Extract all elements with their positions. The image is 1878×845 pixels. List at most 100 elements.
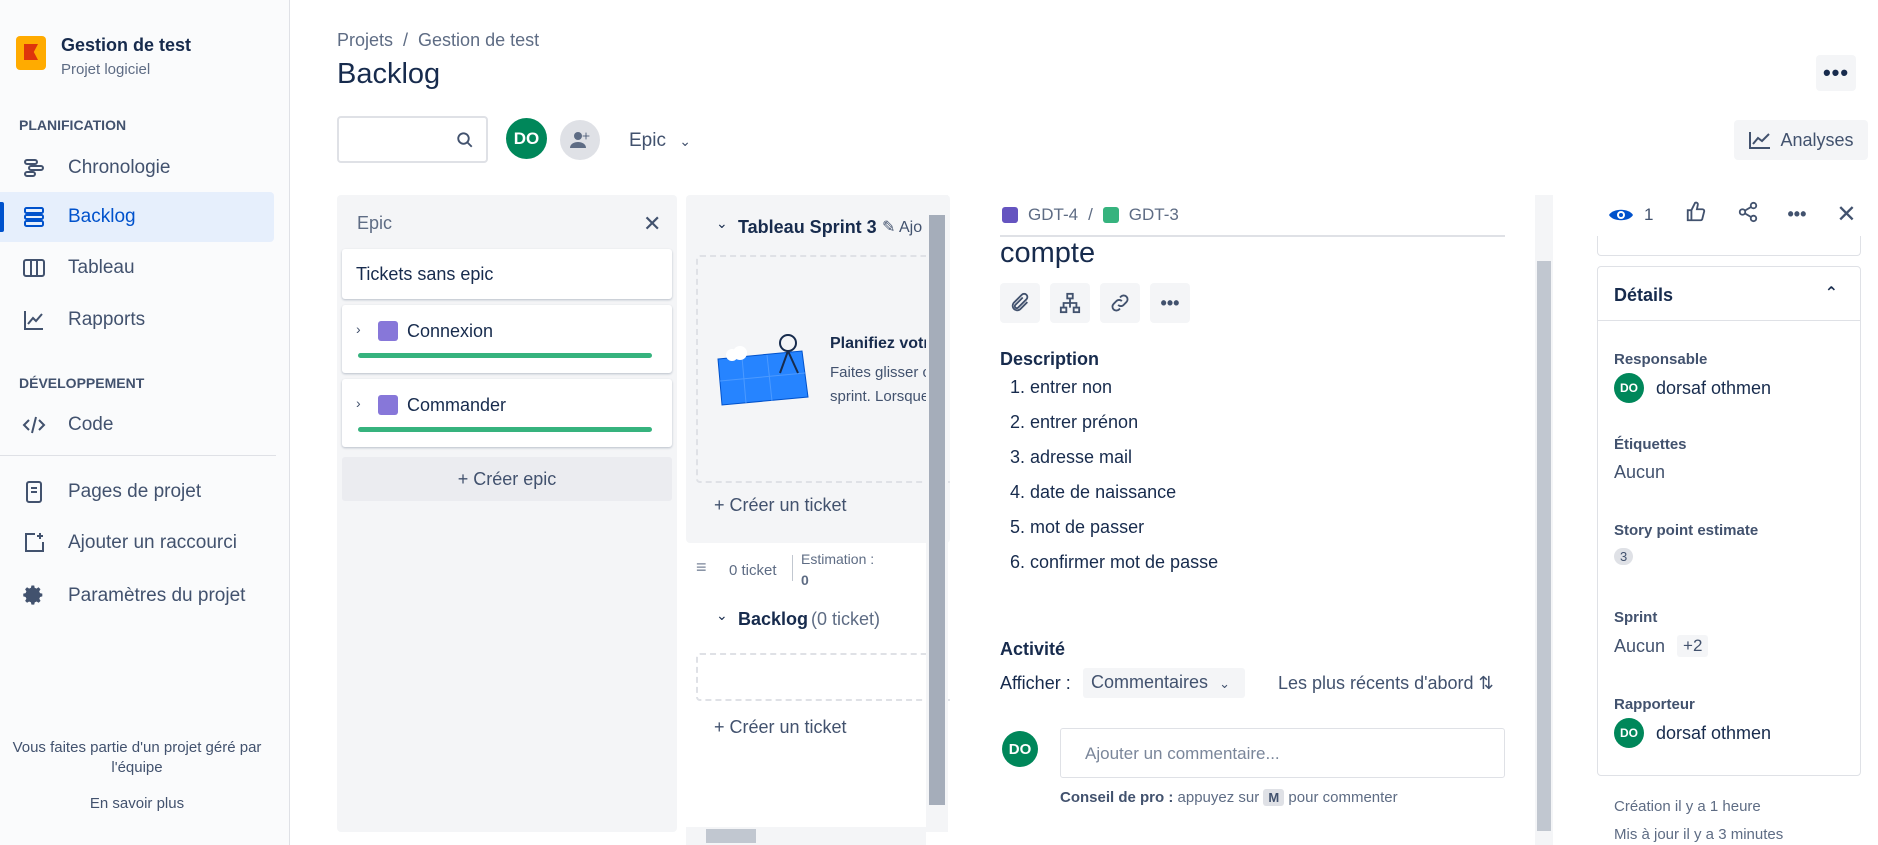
chevron-up-icon[interactable]: ⌃	[1825, 283, 1838, 303]
issue-scrollbar[interactable]	[1535, 195, 1553, 845]
list-item: 4. date de naissance	[1010, 482, 1177, 502]
breadcrumb-separator: /	[1088, 205, 1093, 224]
sidebar-item-tableau[interactable]: Tableau	[0, 243, 274, 293]
search-input[interactable]	[337, 116, 488, 163]
empty-sprint-text-2: sprint. Lorsque	[830, 388, 930, 405]
planning-illustration-icon	[717, 334, 809, 406]
sidebar-item-label: Rapports	[68, 309, 146, 330]
create-epic-button[interactable]: + Créer epic	[342, 457, 672, 501]
sprint-scrollbar[interactable]	[926, 195, 948, 832]
child-issue-button[interactable]	[1050, 283, 1090, 323]
assignee-name: dorsaf othmen	[1656, 377, 1772, 398]
search-icon	[456, 131, 474, 154]
analyses-button[interactable]: Analyses	[1734, 120, 1868, 160]
assignee-field[interactable]: DO dorsaf othmen	[1614, 373, 1771, 403]
issue-title[interactable]: compte	[1000, 237, 1095, 270]
learn-more-link[interactable]: En savoir plus	[0, 794, 274, 814]
comment-input[interactable]: Ajouter un commentaire...	[1060, 728, 1505, 778]
scrollbar-thumb[interactable]	[929, 215, 945, 805]
activity-filter-value: Commentaires	[1091, 672, 1209, 692]
dev-section-title: DÉVELOPPEMENT	[19, 375, 145, 391]
labels-field[interactable]: Aucun	[1614, 462, 1665, 483]
list-item: 1. entrer non	[1010, 377, 1113, 397]
paperclip-icon	[1011, 292, 1029, 312]
drag-handle-icon[interactable]: ≡	[696, 557, 707, 578]
sidebar-item-label: Ajouter un raccourci	[68, 532, 237, 553]
reporter-field[interactable]: DO dorsaf othmen	[1614, 718, 1771, 748]
add-shortcut-icon	[20, 529, 48, 557]
epic-filter-dropdown[interactable]: Epic ⌄	[629, 130, 691, 152]
breadcrumb-projects[interactable]: Projets	[337, 30, 393, 50]
timeline-icon	[20, 154, 48, 182]
sidebar-item-chronologie[interactable]: Chronologie	[0, 143, 274, 193]
share-button[interactable]	[1737, 201, 1759, 228]
sidebar-item-rapports[interactable]: Rapports	[0, 295, 274, 345]
activity-filter-select[interactable]: Commentaires ⌄	[1083, 668, 1245, 698]
link-icon	[1111, 294, 1129, 312]
details-header[interactable]: Détails ⌃	[1598, 267, 1860, 321]
hierarchy-icon	[1059, 292, 1081, 314]
backlog-create-ticket-button[interactable]: + Créer un ticket	[714, 717, 847, 738]
sidebar-divider	[0, 455, 276, 456]
list-item: 3. adresse mail	[1010, 447, 1133, 467]
sidebar-item-label: Tableau	[68, 257, 135, 278]
chevron-down-icon[interactable]: ⌄	[716, 215, 728, 232]
scrollbar-thumb[interactable]	[706, 829, 756, 843]
breadcrumb-separator: /	[403, 30, 409, 50]
chevron-right-icon[interactable]: ›	[356, 395, 361, 411]
sort-order-button[interactable]: Les plus récents d'abord ⇅	[1278, 673, 1494, 694]
sidebar-item-code[interactable]: Code	[0, 400, 274, 450]
ticket-count: 0 ticket	[729, 562, 777, 579]
reporter-label: Rapporteur	[1614, 696, 1695, 713]
created-timestamp: Création il y a 1 heure	[1614, 798, 1761, 815]
sidebar-item-add-shortcut[interactable]: Ajouter un raccourci	[0, 518, 274, 568]
story-points-label: Story point estimate	[1614, 522, 1759, 539]
vote-button[interactable]	[1685, 201, 1707, 228]
create-ticket-button[interactable]: + Créer un ticket	[714, 495, 847, 516]
link-issue-button[interactable]	[1100, 283, 1140, 323]
sidebar-item-label: Backlog	[68, 206, 136, 227]
project-name[interactable]: Gestion de test	[61, 35, 191, 56]
estimation-label: Estimation :	[801, 551, 875, 567]
attach-button[interactable]	[1000, 283, 1040, 323]
more-icon[interactable]: •••	[1787, 204, 1806, 225]
no-epic-item[interactable]: Tickets sans epic	[342, 249, 672, 299]
more-icon: •••	[1160, 292, 1180, 313]
sidebar-item-pages[interactable]: Pages de projet	[0, 467, 274, 517]
add-people-button[interactable]	[560, 120, 600, 160]
create-ticket-label: Créer un ticket	[729, 495, 847, 515]
story-icon	[1102, 207, 1119, 223]
sprint-extra-badge[interactable]: +2	[1677, 635, 1709, 657]
issue-key-link[interactable]: GDT-3	[1129, 205, 1179, 225]
story-points-field[interactable]: 3	[1614, 548, 1634, 565]
share-icon	[1739, 201, 1758, 223]
sprint-container: ⌄ Tableau Sprint 3 ✎ Ajo Planifiez votre…	[686, 195, 950, 543]
close-icon[interactable]: ✕	[643, 211, 661, 237]
reporter-name: dorsaf othmen	[1656, 722, 1772, 743]
watch-button[interactable]: 1	[1608, 205, 1653, 225]
close-icon[interactable]: ✕	[1836, 200, 1856, 229]
parent-issue-link[interactable]: GDT-4	[1028, 205, 1078, 225]
breadcrumb-project[interactable]: Gestion de test	[418, 30, 539, 50]
planning-section-title: PLANIFICATION	[19, 117, 127, 133]
horizontal-scrollbar[interactable]	[686, 827, 926, 845]
sprint-field[interactable]: Aucun +2	[1614, 635, 1709, 657]
add-dates-link[interactable]: ✎ Ajo	[882, 217, 922, 237]
backlog-title: Backlog	[738, 609, 809, 629]
epic-item[interactable]: › Commander	[342, 379, 672, 447]
more-actions-button[interactable]: •••	[1816, 55, 1856, 91]
description-list[interactable]: 1. entrer non 2. entrer prénon 3. adress…	[1010, 377, 1218, 587]
avatar[interactable]: DO	[506, 118, 547, 159]
sidebar-item-backlog[interactable]: Backlog	[0, 192, 274, 242]
chevron-right-icon[interactable]: ›	[356, 321, 361, 337]
more-tools-button[interactable]: •••	[1150, 283, 1190, 323]
epic-item[interactable]: › Connexion	[342, 305, 672, 373]
sidebar-item-settings[interactable]: Paramètres du projet	[0, 571, 274, 621]
sort-label: Les plus récents d'abord	[1278, 673, 1474, 693]
epic-panel: Epic ✕ Tickets sans epic › Connexion › C…	[337, 195, 677, 832]
add-person-icon	[570, 132, 590, 148]
scrollbar-thumb[interactable]	[1537, 261, 1551, 831]
chevron-down-icon[interactable]: ⌄	[716, 607, 728, 624]
empty-sprint-title: Planifiez votre	[830, 335, 939, 352]
sidebar-item-label: Pages de projet	[68, 481, 202, 502]
